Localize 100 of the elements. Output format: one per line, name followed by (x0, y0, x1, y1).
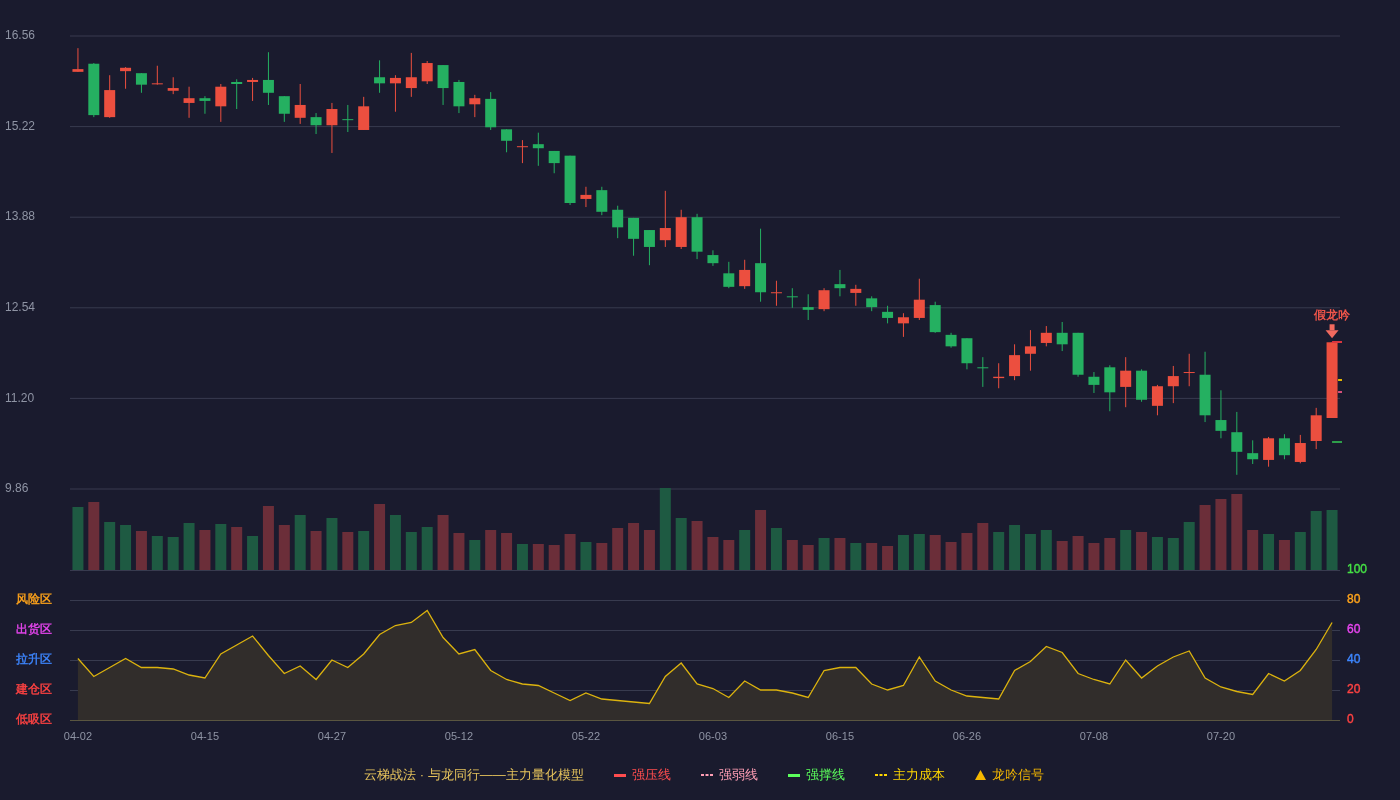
candle (818, 287, 830, 312)
candle (167, 76, 179, 95)
candle (516, 139, 528, 164)
candle (183, 86, 195, 119)
volume-bar (294, 515, 306, 570)
candle (1009, 343, 1021, 381)
volume-bar (120, 525, 132, 570)
candle (897, 312, 909, 338)
volume-bar (199, 530, 211, 570)
candle (564, 155, 576, 206)
candle (104, 74, 116, 119)
volume-bar (231, 527, 243, 570)
line-swatch-icon[interactable] (613, 773, 626, 777)
volume-bar (1136, 532, 1148, 570)
volume-bar (850, 543, 862, 570)
zone-label: 建仓区 (16, 682, 52, 697)
down-arrow-icon (1325, 324, 1339, 339)
volume-bar (675, 518, 687, 570)
volume-bar (961, 533, 973, 570)
volume-bar (326, 518, 338, 570)
candle (882, 305, 894, 324)
candle (723, 261, 735, 289)
candle (802, 293, 814, 321)
candle (1263, 436, 1275, 468)
volume-bar (405, 532, 417, 570)
volume-bar (834, 538, 846, 570)
dashed-line-icon[interactable] (700, 774, 713, 776)
volume-bar (770, 528, 782, 570)
candle (262, 51, 274, 106)
volume-bar (1215, 499, 1227, 570)
candle (358, 96, 370, 131)
volume-bar (342, 532, 354, 570)
volume-bar (1247, 530, 1259, 570)
candle (1151, 384, 1163, 416)
candle (374, 59, 386, 94)
candle (977, 356, 989, 388)
axis-label: 04-02 (63, 729, 92, 742)
volume-bar (469, 540, 481, 570)
volume-bar (485, 530, 497, 570)
volume-bar (866, 543, 878, 570)
zone-label: 风险区 (16, 592, 52, 607)
candle (866, 295, 878, 312)
axis-label: 06-26 (952, 729, 981, 742)
triangle-icon[interactable] (974, 770, 986, 780)
volume-bar (1263, 534, 1275, 570)
line-swatch-icon[interactable] (787, 773, 800, 777)
dashed-line-icon[interactable] (874, 774, 887, 776)
volume-bar (310, 531, 322, 570)
volume-bar (278, 525, 290, 570)
volume-bar (929, 535, 941, 570)
volume-bar (104, 522, 116, 570)
volume-bar (1278, 540, 1290, 570)
axis-label: 15.22 (5, 118, 36, 133)
candle (961, 337, 973, 370)
volume-bar (247, 536, 259, 570)
volume-bar (1310, 511, 1322, 570)
axis-label: 20 (1347, 682, 1361, 697)
legend-label[interactable]: 强弱线 (718, 766, 758, 784)
legend-label[interactable]: 强撑线 (805, 766, 845, 784)
candle (135, 72, 147, 94)
volume-bar (643, 530, 655, 570)
volume-bar (786, 540, 798, 570)
candle (945, 332, 957, 349)
candle (278, 95, 290, 123)
volume-bar (739, 530, 751, 570)
candle (596, 186, 608, 216)
volume-bar (135, 531, 147, 570)
candle (1278, 433, 1290, 460)
zone-label: 拉升区 (16, 652, 52, 667)
candle (580, 186, 592, 208)
volume-bar (1040, 530, 1052, 570)
legend-label[interactable]: 龙吟信号 (991, 766, 1044, 784)
candle (1294, 434, 1306, 464)
volume-bar (421, 527, 433, 570)
candle (659, 190, 671, 248)
volume-bar (707, 537, 719, 570)
candle (1072, 332, 1084, 378)
legend-label[interactable]: 主力成本 (892, 766, 945, 784)
zone-label: 低吸区 (16, 712, 52, 727)
candle (437, 64, 449, 106)
volume-bar (374, 504, 386, 570)
candle (770, 280, 782, 307)
candle (88, 62, 100, 118)
volume-bar (691, 521, 703, 570)
volume-bar (151, 536, 163, 570)
candle (485, 91, 497, 131)
zone-label: 出货区 (16, 622, 52, 637)
candle (691, 213, 703, 260)
volume-bar (580, 542, 592, 570)
candle (1024, 329, 1036, 372)
candle (1104, 364, 1116, 412)
axis-label: 04-27 (317, 729, 346, 742)
volume-bar (1199, 505, 1211, 570)
volume-bar (1183, 522, 1195, 570)
candle (1167, 365, 1179, 404)
legend-label[interactable]: 强压线 (631, 766, 671, 784)
volume-bar (183, 523, 195, 570)
candle (469, 94, 481, 118)
axis-label: 05-12 (444, 729, 473, 742)
candle (389, 74, 401, 113)
